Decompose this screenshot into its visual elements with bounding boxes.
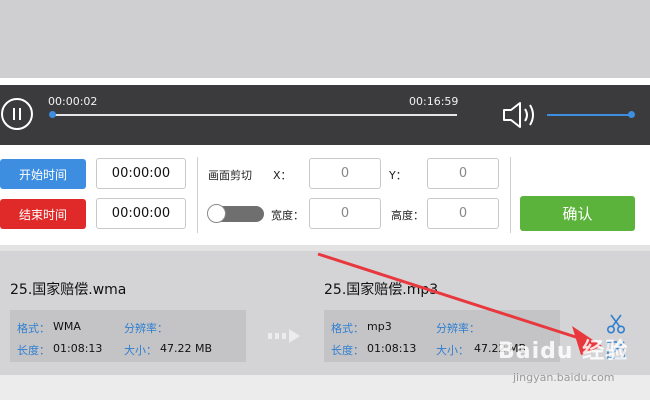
y-label: Y： (389, 169, 407, 182)
x-input[interactable]: 0 (309, 158, 381, 189)
scissors-icon[interactable] (605, 314, 627, 334)
pause-icon (13, 108, 15, 120)
duration-value: 01:08:13 (367, 342, 417, 355)
crop-toggle-knob[interactable] (207, 204, 226, 223)
pause-icon-bar (19, 108, 21, 120)
format-value: mp3 (367, 320, 392, 333)
duration-value: 01:08:13 (53, 342, 103, 355)
end-time-button[interactable]: 结束时间 (0, 199, 86, 229)
start-time-input[interactable]: 00:00:00 (96, 158, 186, 189)
resolution-label: 分辨率： (436, 322, 480, 335)
player-bar: 00:00:02 00:16:59 (0, 85, 650, 145)
height-input[interactable]: 0 (427, 198, 499, 229)
size-label: 大小： (124, 344, 157, 357)
arrows-right-icon (268, 329, 300, 343)
watermark-url: jingyan.baidu.com (513, 371, 615, 384)
watermark-logo: Baidu 经验 (498, 339, 629, 364)
divider (0, 78, 650, 85)
crop-label: 画面剪切 (208, 169, 252, 182)
volume-handle[interactable] (628, 111, 635, 118)
separator (510, 157, 511, 233)
x-label: X： (273, 169, 292, 182)
resolution-label: 分辨率： (124, 322, 168, 335)
separator (197, 157, 198, 233)
source-file-info: 格式： WMA 分辨率： 长度： 01:08:13 大小： 47.22 MB (10, 310, 246, 362)
current-time: 00:00:02 (48, 95, 98, 108)
width-label: 宽度： (271, 209, 304, 222)
height-label: 高度： (391, 209, 424, 222)
volume-slider[interactable] (547, 114, 632, 116)
video-preview-area (0, 0, 650, 78)
seek-handle[interactable] (49, 111, 56, 118)
output-file-name: 25.国家赔偿.mp3 (324, 282, 439, 298)
size-value: 47.22 MB (160, 342, 213, 355)
volume-icon[interactable] (502, 100, 538, 130)
seek-bar[interactable] (52, 114, 457, 116)
total-time: 00:16:59 (409, 95, 459, 108)
y-input[interactable]: 0 (427, 158, 499, 189)
format-label: 格式： (331, 322, 364, 335)
duration-label: 长度： (17, 344, 50, 357)
pause-button[interactable] (1, 98, 33, 130)
edit-controls: 开始时间 结束时间 00:00:00 00:00:00 画面剪切 X： 0 Y：… (0, 145, 650, 245)
end-time-input[interactable]: 00:00:00 (96, 198, 186, 229)
size-label: 大小： (436, 344, 469, 357)
width-input[interactable]: 0 (309, 198, 381, 229)
confirm-button[interactable]: 确认 (520, 196, 635, 231)
format-label: 格式： (17, 322, 50, 335)
format-value: WMA (53, 320, 81, 333)
duration-label: 长度： (331, 344, 364, 357)
start-time-button[interactable]: 开始时间 (0, 159, 86, 189)
source-file-name: 25.国家赔偿.wma (10, 282, 127, 298)
